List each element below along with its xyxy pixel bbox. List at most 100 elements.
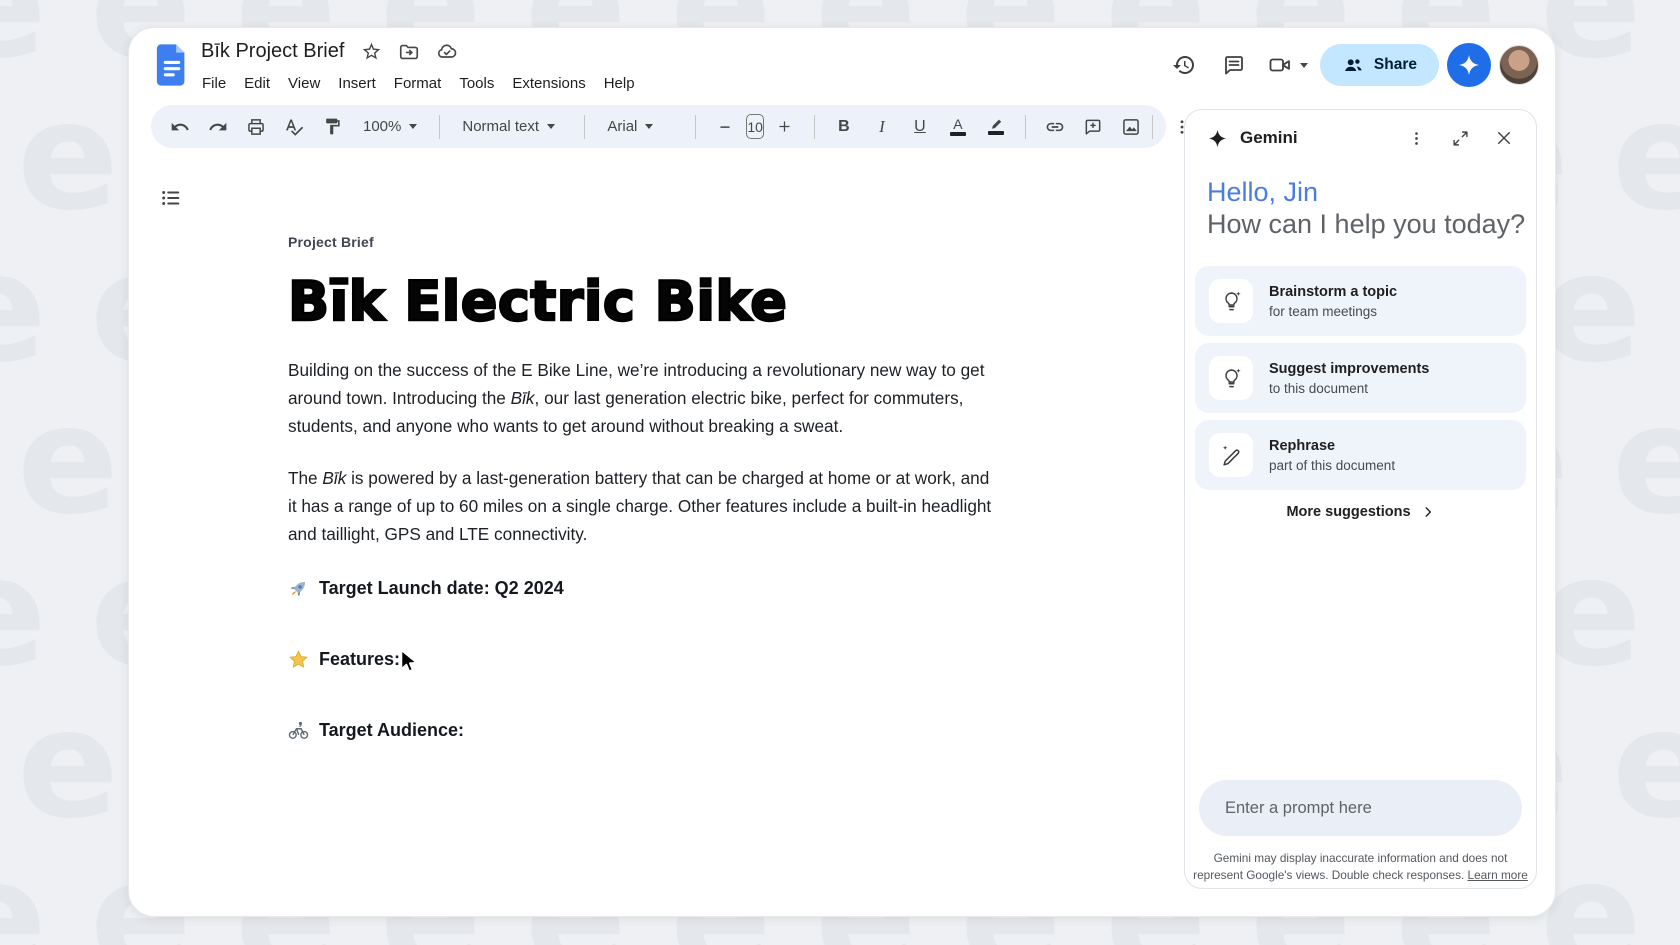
menu-tools[interactable]: Tools: [450, 70, 503, 97]
card-title: Rephrase: [1269, 438, 1395, 454]
zoom-value: 100%: [363, 118, 401, 135]
lightbulb-spark-icon: [1209, 279, 1253, 323]
redo-icon[interactable]: [201, 111, 235, 143]
zoom-select[interactable]: 100%: [353, 111, 427, 143]
add-comment-icon[interactable]: [1076, 111, 1110, 143]
background-letter: e: [0, 842, 47, 945]
paint-format-icon[interactable]: [315, 111, 349, 143]
font-size-field[interactable]: 10: [746, 114, 764, 139]
video-call-icon[interactable]: [1263, 44, 1297, 86]
spell-check-icon[interactable]: [277, 111, 311, 143]
toolbar-divider: [1025, 115, 1026, 139]
doc-paragraph-1[interactable]: Building on the success of the E Bike Li…: [288, 356, 1000, 440]
version-history-icon[interactable]: [1163, 44, 1205, 86]
gemini-spark-button[interactable]: [1447, 43, 1491, 87]
move-folder-icon[interactable]: [398, 41, 420, 63]
comments-icon[interactable]: [1213, 44, 1255, 86]
gemini-disclaimer: Gemini may display inaccurate informatio…: [1193, 850, 1528, 884]
card-subtitle: to this document: [1269, 381, 1429, 396]
cloud-saved-icon[interactable]: [436, 41, 458, 63]
gemini-close-icon[interactable]: [1494, 128, 1514, 148]
background-letter: e: [0, 538, 47, 688]
google-docs-window: Bīk Project Brief File Edit View Insert …: [128, 27, 1556, 917]
paragraph-style-select[interactable]: Normal text: [452, 111, 572, 143]
print-icon[interactable]: [239, 111, 273, 143]
gemini-greeting-question: How can I help you today?: [1207, 208, 1525, 240]
star-icon[interactable]: [360, 41, 382, 63]
gemini-side-panel: Gemini Hello, Jin How can I help you tod…: [1184, 109, 1537, 889]
doc-eyebrow[interactable]: Project Brief: [288, 234, 1000, 250]
menu-format[interactable]: Format: [385, 70, 451, 97]
toolbar-divider: [814, 115, 815, 139]
more-suggestions-button[interactable]: More suggestions: [1185, 504, 1536, 520]
lightbulb-spark-icon: [1209, 356, 1253, 400]
background-letter: e: [0, 0, 47, 80]
highlight-color-icon[interactable]: [979, 111, 1013, 143]
background-letter: e: [1612, 690, 1680, 840]
suggestion-card-improvements[interactable]: Suggest improvements to this document: [1195, 343, 1526, 413]
gemini-greeting: Hello, Jin How can I help you today?: [1207, 176, 1525, 240]
doc-audience-line[interactable]: Target Audience:: [288, 720, 1000, 741]
menu-extensions[interactable]: Extensions: [503, 70, 594, 97]
menu-view[interactable]: View: [279, 70, 329, 97]
bicycle-icon: [288, 720, 309, 741]
star-emoji-icon: [288, 649, 309, 670]
chevron-right-icon: [1421, 505, 1435, 519]
menu-edit[interactable]: Edit: [235, 70, 279, 97]
card-subtitle: part of this document: [1269, 458, 1395, 473]
menu-file[interactable]: File: [193, 70, 235, 97]
share-button[interactable]: Share: [1320, 44, 1439, 86]
account-avatar[interactable]: [1499, 45, 1539, 85]
document-title[interactable]: Bīk Project Brief: [201, 40, 344, 63]
gemini-more-options-icon[interactable]: [1406, 128, 1426, 148]
mouse-cursor: [396, 648, 422, 674]
toolbar-divider: [584, 115, 585, 139]
toolbar-divider: [1152, 115, 1153, 139]
card-subtitle: for team meetings: [1269, 304, 1397, 319]
menu-insert[interactable]: Insert: [329, 70, 385, 97]
doc-paragraph-2[interactable]: The Bīk is powered by a last-generation …: [288, 464, 1000, 548]
paragraph-style-caret-icon: [547, 124, 555, 129]
background-letter: e: [0, 234, 47, 384]
share-button-label: Share: [1374, 56, 1417, 74]
gemini-greeting-name: Hello, Jin: [1207, 176, 1525, 208]
video-call-dropdown-icon[interactable]: [1300, 63, 1308, 68]
pencil-spark-icon: [1209, 433, 1253, 477]
doc-features-line[interactable]: Features:: [288, 649, 1000, 670]
learn-more-link[interactable]: Learn more: [1468, 868, 1528, 882]
gemini-expand-icon[interactable]: [1450, 128, 1470, 148]
doc-heading[interactable]: Bīk Electric Bike: [288, 272, 1000, 332]
insert-image-icon[interactable]: [1114, 111, 1148, 143]
menu-help[interactable]: Help: [595, 70, 644, 97]
paragraph-style-value: Normal text: [462, 118, 539, 135]
suggestion-card-brainstorm[interactable]: Brainstorm a topic for team meetings: [1195, 266, 1526, 336]
zoom-caret-icon: [409, 124, 417, 129]
font-family-value: Arial: [607, 118, 637, 135]
gemini-spark-icon: [1457, 53, 1481, 77]
italic-icon[interactable]: I: [865, 111, 899, 143]
join-call-control[interactable]: [1263, 44, 1312, 86]
gemini-prompt-box[interactable]: [1199, 780, 1522, 836]
background-letter: e: [17, 690, 119, 840]
google-docs-logo-icon[interactable]: [155, 43, 189, 87]
undo-icon[interactable]: [163, 111, 197, 143]
toolbar-divider: [695, 115, 696, 139]
gemini-panel-spark-icon: [1207, 128, 1228, 149]
decrease-font-size-icon[interactable]: [708, 111, 742, 143]
background-letter: e: [17, 386, 119, 536]
suggestion-card-rephrase[interactable]: Rephrase part of this document: [1195, 420, 1526, 490]
gemini-prompt-input[interactable]: [1199, 799, 1522, 818]
text-color-icon[interactable]: A: [941, 111, 975, 143]
toolbar-divider: [439, 115, 440, 139]
font-family-select[interactable]: Arial: [597, 111, 683, 143]
bold-icon[interactable]: B: [827, 111, 861, 143]
insert-link-icon[interactable]: [1038, 111, 1072, 143]
gemini-panel-title: Gemini: [1240, 128, 1298, 148]
increase-font-size-icon[interactable]: [768, 111, 802, 143]
doc-launch-line[interactable]: Target Launch date: Q2 2024: [288, 578, 1000, 599]
font-family-caret-icon: [645, 124, 653, 129]
underline-icon[interactable]: U: [903, 111, 937, 143]
share-people-icon: [1342, 54, 1364, 76]
document-canvas[interactable]: Project Brief Bīk Electric Bike Building…: [288, 234, 1000, 741]
document-outline-icon[interactable]: [157, 184, 185, 212]
